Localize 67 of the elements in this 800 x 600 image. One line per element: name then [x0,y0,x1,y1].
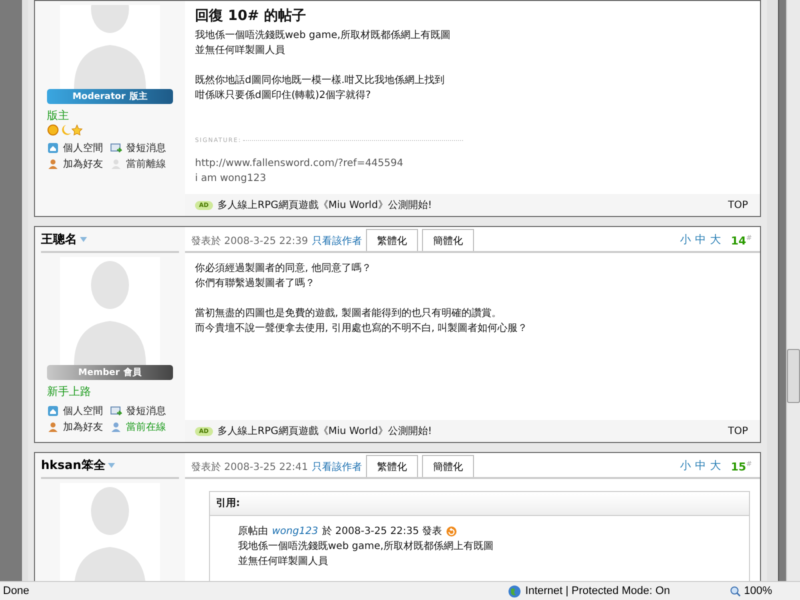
font-size-link[interactable]: 中 [694,458,706,477]
envelope-icon [110,142,122,154]
user-rank: 新手上路 [47,384,92,399]
quote-user-link[interactable]: wong123 [272,524,318,539]
top-link[interactable]: TOP [728,200,748,210]
user-rank: 版主 [47,108,70,123]
font-size-link[interactable]: 中 [694,232,706,251]
post-text: 當初無盡的四圖也是免費的遊戲, 製圖者能得到的也只有明確的讚賞。 [195,306,502,321]
convert-tab[interactable]: 簡體化 [422,229,474,251]
envelope-icon [110,405,122,417]
post-title: 回復 10# 的帖子 [195,9,307,24]
convert-tab[interactable]: 簡體化 [422,455,474,477]
caret-icon[interactable] [108,462,116,468]
ad-link[interactable]: 多人線上RPG網頁遊戲《Miu World》公測開始! [218,198,432,212]
home-icon [47,142,59,154]
author-name[interactable]: 王聰名 [41,230,77,248]
add-user-icon [47,421,59,433]
scrollbar[interactable] [786,0,800,581]
signature-text: i am wong123 [195,172,268,186]
post-time: 發表於 2008-3-25 22:41 [191,460,308,475]
post-time: 發表於 2008-3-25 22:39 [191,234,308,249]
font-size-link[interactable]: 小 [680,458,691,477]
profile-link[interactable]: 加為好友 [63,157,103,171]
zoom-icon[interactable] [730,586,741,596]
ad-link[interactable]: 多人線上RPG網頁遊戲《Miu World》公測開始! [218,424,432,438]
floor-number: 15$^{#}$ [730,460,752,476]
user-icon [110,421,122,433]
post-text: 咁係咪只要係d圖印住(轉載)2個字就得? [195,88,372,103]
add-user-icon [47,158,59,170]
user-group-badge: Moderator 版主 [47,89,173,104]
quote-origin: 於 2008-3-25 22:35 發表 [322,524,442,539]
post-text: 你必須經過製圖者的同意, 他同意了嗎？ [195,262,372,276]
profile-link[interactable]: 發短消息 [126,141,166,155]
online-status: 當前在線 [126,420,166,434]
profile-link[interactable]: 個人空間 [63,404,103,418]
globe-icon [508,584,522,598]
profile-link[interactable]: 發短消息 [126,404,166,418]
floor-number: 14$^{#}$ [730,234,752,250]
author-name[interactable]: hksan笨全 [41,456,106,474]
top-link[interactable]: TOP [728,426,748,436]
quote-text: 我地係一個唔洗錢既web game,所取材既都係網上有既圖 [238,540,494,554]
post-text: 並無任何咩製圖人員 [195,44,286,58]
author-only-link[interactable]: 只看該作者 [312,234,362,251]
signature-text: http://www.fallensword.com/?ref=445594 [195,157,404,171]
font-size-link[interactable]: 小 [680,232,691,251]
post-text: 既然你地話d圖同你地既一模一樣.咁又比我地係網上找到 [195,74,446,88]
profile-link[interactable]: 加為好友 [63,420,103,434]
home-icon [47,405,59,417]
profile-link[interactable]: 個人空間 [63,141,103,155]
security-zone: Internet | Protected Mode: On [525,585,670,597]
user-icon [110,158,122,170]
user-group-badge: Member 會員 [47,365,173,380]
font-size-link[interactable]: 大 [710,458,721,477]
status-text: Done [2,585,30,597]
zoom-level[interactable]: 100% [744,585,772,597]
online-status: 當前離線 [126,158,166,171]
post-text: 而今貴壇不說一聲便拿去使用, 引用處也寫的不明不白, 叫製圖者如何心服？ [195,322,529,336]
post-text: 你們有聯繫過製圖者了嗎？ [195,276,316,291]
font-size-link[interactable]: 大 [710,232,721,251]
caret-icon[interactable] [80,236,87,242]
go-to-post-icon[interactable] [446,526,458,537]
convert-tab[interactable]: 繁體化 [366,229,418,251]
convert-tab[interactable]: 繁體化 [366,455,418,477]
author-only-link[interactable]: 只看該作者 [312,460,362,477]
quote-text: 並無任何咩製圖人員 [238,554,329,569]
post-text: 我地係一個唔洗錢既web game,所取材既都係網上有既圖 [195,28,452,43]
quote-origin: 原帖由 [238,524,268,539]
